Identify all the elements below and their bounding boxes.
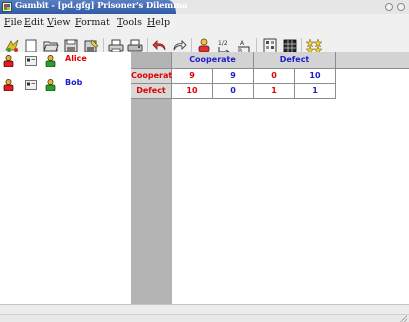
player-icon (3, 79, 14, 92)
svg-text:A: A (240, 40, 245, 47)
payoff-cell[interactable]: 1 (254, 84, 295, 99)
game-content: Alice Bob Cooperate Defect Cooperate Def… (0, 52, 409, 304)
row-header-cooperate[interactable]: Cooperate (131, 69, 178, 84)
menu-view[interactable]: View (47, 17, 71, 28)
menu-help[interactable]: Help (147, 17, 170, 28)
active-window-tab[interactable]: Gambit - [pd.gfg] Prisoner's Dilemma (0, 0, 187, 14)
column-header-empty (336, 52, 409, 69)
player-row-bob[interactable]: Bob (0, 76, 131, 94)
player-icon (3, 55, 14, 68)
payoff-cell[interactable]: 1 (295, 84, 336, 99)
svg-text:1/2: 1/2 (218, 40, 228, 47)
menu-file[interactable]: File (4, 17, 22, 28)
status-bar (0, 314, 409, 322)
menu-format[interactable]: Format (75, 17, 110, 28)
player-color-icon[interactable] (45, 79, 56, 92)
gambit-app-icon (2, 2, 12, 12)
column-header-defect[interactable]: Defect (254, 52, 336, 69)
minimize-button[interactable] (385, 3, 393, 11)
horizontal-scrollbar[interactable] (0, 304, 409, 314)
strategy-panel-icon[interactable] (25, 55, 37, 67)
payoff-cell[interactable]: 9 (213, 69, 254, 84)
payoff-cell[interactable]: 0 (213, 84, 254, 99)
maximize-button[interactable] (397, 3, 405, 11)
menu-edit[interactable]: Edit (24, 17, 44, 28)
payoff-cell[interactable]: 0 (254, 69, 295, 84)
row-header-defect[interactable]: Defect (131, 84, 172, 99)
payoff-cell[interactable]: 10 (172, 84, 213, 99)
payoff-table: Cooperate Defect Cooperate Defect 9 9 0 … (131, 52, 409, 304)
menu-bar: File Edit View Format Tools Help (0, 14, 409, 33)
title-bar: Gambit - [pd.gfg] Prisoner's Dilemma (0, 0, 409, 14)
player-name-bob[interactable]: Bob (65, 78, 82, 87)
payoff-cell[interactable]: 10 (295, 69, 336, 84)
player-color-icon[interactable] (45, 55, 56, 68)
column-header-cooperate[interactable]: Cooperate (172, 52, 254, 69)
player-row-alice[interactable]: Alice (0, 52, 131, 70)
table-corner (131, 52, 172, 69)
window-title: Gambit - [pd.gfg] Prisoner's Dilemma (15, 1, 188, 11)
strategy-panel-icon[interactable] (25, 79, 37, 91)
payoff-cell[interactable]: 9 (172, 69, 213, 84)
player-name-alice[interactable]: Alice (65, 54, 87, 63)
resize-grip-icon[interactable] (400, 315, 407, 322)
players-panel: Alice Bob (0, 52, 131, 304)
menu-tools[interactable]: Tools (117, 17, 142, 28)
